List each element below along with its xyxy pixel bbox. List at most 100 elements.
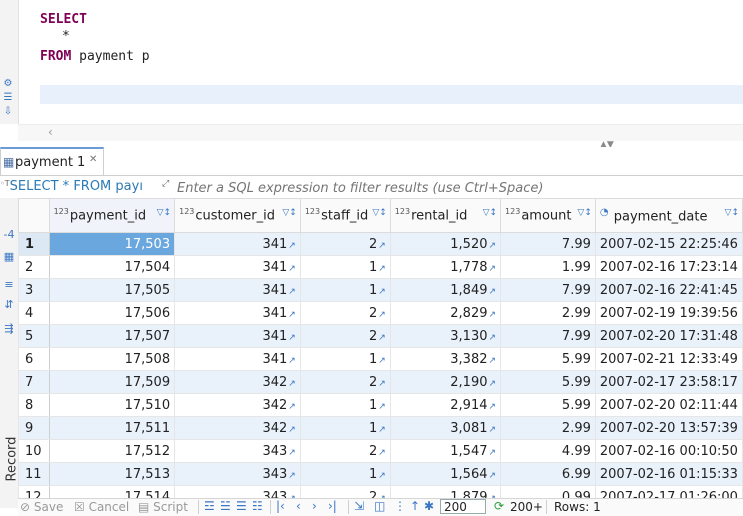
sort-filter-icon[interactable]: ▽↕ bbox=[483, 208, 497, 218]
foreign-key-link-icon[interactable]: ↗ bbox=[378, 356, 386, 366]
foreign-key-link-icon[interactable]: ↗ bbox=[489, 448, 497, 458]
cell-staff-id[interactable]: 1↗ bbox=[299, 347, 391, 371]
cell-staff-id[interactable]: 1↗ bbox=[299, 393, 391, 417]
cell-rental-id[interactable]: 1,849↗ bbox=[389, 278, 502, 302]
row-number[interactable]: 3 bbox=[18, 278, 50, 302]
table-row[interactable]: 1 17,503 341↗ 2↗ 1,520↗ 7.99 2007-02-15 22:25:… bbox=[18, 232, 743, 256]
text-view-icon[interactable]: ≡ bbox=[2, 278, 16, 291]
cell-payment-id[interactable]: 17,506 bbox=[48, 301, 176, 325]
column-header-customer-id[interactable]: 123customer_id ▽↕ bbox=[174, 198, 301, 233]
cell-rental-id[interactable]: 3,382↗ bbox=[389, 347, 502, 371]
delete-row-icon[interactable]: ☷ bbox=[252, 499, 263, 513]
column-header-staff-id[interactable]: 123staff_id ▽↕ bbox=[299, 198, 391, 233]
grid-view-icon[interactable]: -4 bbox=[2, 228, 16, 241]
cell-customer-id[interactable]: 342↗ bbox=[174, 393, 301, 417]
foreign-key-link-icon[interactable]: ↗ bbox=[489, 264, 497, 274]
cell-customer-id[interactable]: 343↗ bbox=[174, 485, 301, 498]
cell-customer-id[interactable]: 341↗ bbox=[174, 301, 301, 325]
table-row[interactable]: 12 17,514343↗2↗1,879↗ 0.99 2007-02-17 01:26… bbox=[18, 485, 743, 498]
cell-amount[interactable]: 2.99 bbox=[500, 416, 596, 440]
cell-rental-id[interactable]: 2,829↗ bbox=[389, 301, 502, 325]
table-row[interactable]: 10 17,512 343↗ 2↗ 1,547↗ 4.99 2007-02-16 00:10… bbox=[18, 439, 743, 463]
panels-toggle-icon[interactable]: ◫ bbox=[374, 499, 385, 513]
foreign-key-link-icon[interactable]: ↗ bbox=[288, 356, 296, 366]
row-number[interactable]: 8 bbox=[18, 393, 50, 417]
cell-staff-id[interactable]: 1↗ bbox=[299, 255, 391, 279]
cell-amount[interactable]: 7.99 bbox=[500, 324, 596, 348]
sort-filter-icon[interactable]: ▽↕ bbox=[577, 208, 591, 218]
cell-rental-id[interactable]: 2,914↗ bbox=[389, 393, 502, 417]
cell-payment-id[interactable]: 17,503 bbox=[48, 232, 176, 256]
cell-rental-id[interactable]: 2,190↗ bbox=[389, 370, 502, 394]
export-data-icon[interactable]: ⇲ bbox=[354, 499, 364, 513]
foreign-key-link-icon[interactable]: ↗ bbox=[489, 287, 497, 297]
foreign-key-link-icon[interactable]: ↗ bbox=[288, 241, 296, 251]
cell-rental-id[interactable]: 1,778↗ bbox=[389, 255, 502, 279]
cell-payment-date[interactable]: 2007-02-19 19:39:56 bbox=[594, 301, 743, 325]
cell-amount[interactable]: 1.99 bbox=[500, 255, 596, 279]
cell-payment-date[interactable]: 2007-02-21 12:33:49 bbox=[594, 347, 743, 371]
cell-payment-date[interactable]: 2007-02-20 02:11:44 bbox=[594, 393, 743, 417]
cell-customer-id[interactable]: 342↗ bbox=[174, 416, 301, 440]
table-row[interactable]: 7 17,509 342↗ 2↗ 2,190↗ 5.99 2007-02-17 23:58:… bbox=[18, 370, 743, 394]
cell-customer-id[interactable]: 341↗ bbox=[174, 347, 301, 371]
cell-rental-id[interactable]: 1,879↗ bbox=[389, 485, 502, 498]
cell-payment-id[interactable]: 17,509 bbox=[48, 370, 176, 394]
foreign-key-link-icon[interactable]: ↗ bbox=[288, 448, 296, 458]
cell-payment-id[interactable]: 17,513 bbox=[48, 462, 176, 486]
cell-payment-id[interactable]: 17,511 bbox=[48, 416, 176, 440]
filter-query-label[interactable]: ◦TSELECT * FROM payı bbox=[0, 179, 152, 194]
cell-amount[interactable]: 4.99 bbox=[500, 439, 596, 463]
scroll-left-icon[interactable]: ‹ bbox=[48, 125, 53, 139]
cell-customer-id[interactable]: 343↗ bbox=[174, 462, 301, 486]
row-number[interactable]: 11 bbox=[18, 462, 50, 486]
results-grid[interactable]: 123payment_id ▽↕ 123customer_id ▽↕ 123staf… bbox=[18, 198, 743, 498]
sql-editor[interactable]: ⚙ ☰ ⇩ SELECT * FROM payment p bbox=[0, 0, 743, 124]
cell-amount[interactable]: 5.99 bbox=[500, 370, 596, 394]
cell-payment-date[interactable]: 2007-02-16 01:15:33 bbox=[594, 462, 743, 486]
expand-icon[interactable]: ⤢ bbox=[162, 179, 169, 189]
table-row[interactable]: 2 17,504 341↗ 1↗ 1,778↗ 1.99 2007-02-16 17:23:… bbox=[18, 255, 743, 279]
cell-payment-date[interactable]: 2007-02-17 01:26:00 bbox=[594, 485, 743, 498]
cell-payment-id[interactable]: 17,508 bbox=[48, 347, 176, 371]
save-button[interactable]: ⊘ Save bbox=[20, 500, 63, 514]
cell-payment-id[interactable]: 17,504 bbox=[48, 255, 176, 279]
table-row[interactable]: 4 17,506 341↗ 2↗ 2,829↗ 2.99 2007-02-19 19:39:… bbox=[18, 301, 743, 325]
cell-amount[interactable]: 7.99 bbox=[500, 278, 596, 302]
table-row[interactable]: 3 17,505 341↗ 1↗ 1,849↗ 7.99 2007-02-16 22:41:… bbox=[18, 278, 743, 302]
foreign-key-link-icon[interactable]: ↗ bbox=[489, 471, 497, 481]
column-header-payment-id[interactable]: 123payment_id ▽↕ bbox=[48, 198, 176, 233]
foreign-key-link-icon[interactable]: ↗ bbox=[489, 379, 497, 389]
cell-amount[interactable]: 5.99 bbox=[500, 393, 596, 417]
cell-customer-id[interactable]: 341↗ bbox=[174, 232, 301, 256]
foreign-key-link-icon[interactable]: ↗ bbox=[288, 379, 296, 389]
cell-staff-id[interactable]: 2↗ bbox=[299, 301, 391, 325]
cell-staff-id[interactable]: 2↗ bbox=[299, 439, 391, 463]
refresh-icon[interactable]: ⟳ bbox=[494, 499, 504, 513]
cell-rental-id[interactable]: 3,081↗ bbox=[389, 416, 502, 440]
cell-amount[interactable]: 7.99 bbox=[500, 232, 596, 256]
cell-payment-date[interactable]: 2007-02-16 22:41:45 bbox=[594, 278, 743, 302]
prev-page-icon[interactable]: ‹ bbox=[296, 499, 301, 513]
cell-payment-id[interactable]: 17,514 bbox=[48, 485, 176, 498]
foreign-key-link-icon[interactable]: ↗ bbox=[489, 310, 497, 320]
row-number[interactable]: 1 bbox=[18, 232, 50, 256]
cell-payment-id[interactable]: 17,505 bbox=[48, 278, 176, 302]
cell-amount[interactable]: 5.99 bbox=[500, 347, 596, 371]
foreign-key-link-icon[interactable]: ↗ bbox=[378, 264, 386, 274]
foreign-key-link-icon[interactable]: ↗ bbox=[378, 425, 386, 435]
editor-horizontal-scrollbar[interactable]: ‹ bbox=[18, 124, 743, 141]
cell-rental-id[interactable]: 1,564↗ bbox=[389, 462, 502, 486]
cell-staff-id[interactable]: 2↗ bbox=[299, 370, 391, 394]
cell-staff-id[interactable]: 2↗ bbox=[299, 485, 391, 498]
foreign-key-link-icon[interactable]: ↗ bbox=[288, 264, 296, 274]
cell-payment-date[interactable]: 2007-02-20 13:57:39 bbox=[594, 416, 743, 440]
copy-row-icon[interactable]: ☰ bbox=[236, 499, 247, 513]
column-header-rental-id[interactable]: 123rental_id ▽↕ bbox=[389, 198, 502, 233]
add-row-icon[interactable]: ☱ bbox=[220, 499, 231, 513]
foreign-key-link-icon[interactable]: ↗ bbox=[288, 402, 296, 412]
up-arrow-icon[interactable]: ↑ bbox=[410, 499, 420, 513]
cell-staff-id[interactable]: 2↗ bbox=[299, 324, 391, 348]
cell-payment-date[interactable]: 2007-02-16 00:10:50 bbox=[594, 439, 743, 463]
foreign-key-link-icon[interactable]: ↗ bbox=[378, 310, 386, 320]
